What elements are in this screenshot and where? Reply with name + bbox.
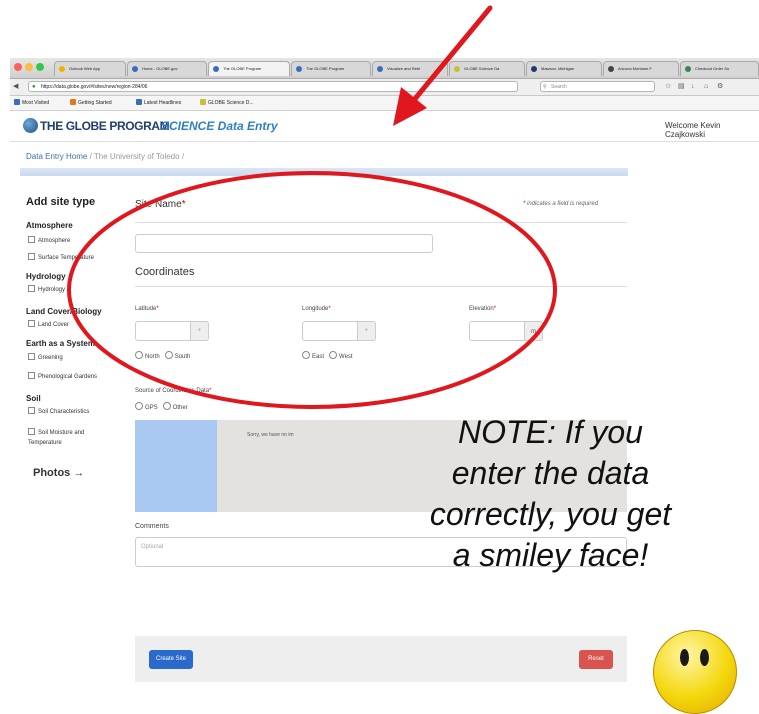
note-line: enter the data: [451, 455, 650, 491]
smiley-eye: [700, 649, 709, 666]
note-line: NOTE: If you: [458, 414, 643, 450]
annotation-overlay: [67, 5, 557, 409]
note-line: a smiley face!: [452, 537, 649, 573]
smiley-eye: [680, 649, 689, 666]
note-line: correctly, you get: [429, 496, 672, 532]
annotation-arrow-shaft: [411, 5, 493, 103]
note-callout: NOTE: If you enter the data correctly, y…: [348, 412, 753, 576]
smiley-face-icon: [653, 630, 737, 714]
annotation-ellipse: [67, 171, 557, 409]
